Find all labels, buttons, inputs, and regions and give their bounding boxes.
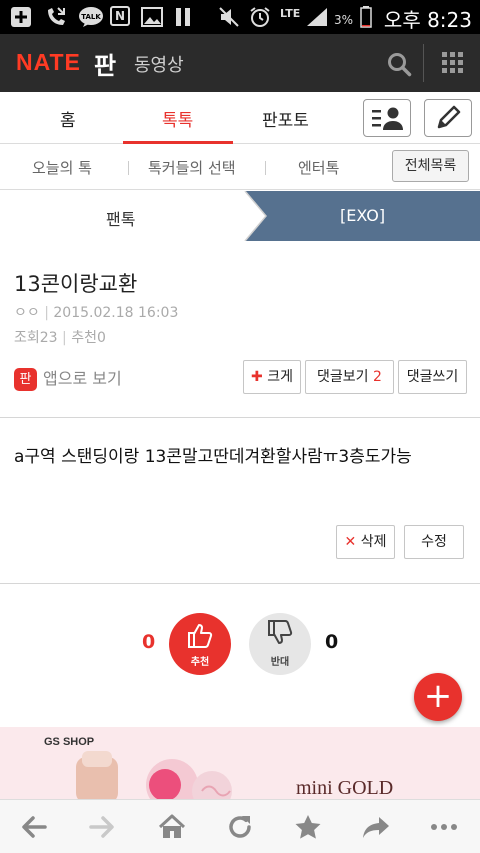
post-meta: ㅇㅇ | 2015.02.18 16:03 — [14, 305, 179, 321]
views-count: 23 — [39, 330, 58, 346]
post-date: 2015.02.18 16:03 — [53, 305, 179, 321]
battery-percent: 3% — [334, 13, 354, 27]
post-title: 13콘이랑교환 — [14, 272, 138, 296]
home-icon[interactable] — [157, 814, 187, 840]
enlarge-label: 크게 — [267, 369, 293, 385]
signal-icon — [305, 6, 329, 28]
subtab-talker-choice[interactable]: 톡커들의 선택 — [148, 157, 236, 178]
more-icon[interactable] — [429, 814, 459, 840]
section-divider — [0, 583, 480, 584]
search-icon[interactable] — [386, 51, 412, 81]
tab-pannphoto[interactable]: 판포토 — [262, 106, 309, 131]
post-author: ㅇㅇ — [14, 305, 40, 321]
pencil-icon — [437, 105, 461, 129]
oppose-vote-count: 0 — [325, 631, 339, 653]
section-divider — [0, 417, 480, 418]
oppose-vote-label: 반대 — [270, 657, 290, 668]
app-view-label: 앱으로 보기 — [43, 369, 122, 388]
add-notification-icon — [10, 6, 32, 28]
pann-app-icon: 판 — [14, 368, 37, 391]
forward-arrow-icon[interactable] — [87, 814, 117, 840]
recommend-vote-label: 추천 — [190, 657, 210, 668]
clock: 오후 8:23 — [383, 8, 472, 32]
subtab-entertalk[interactable]: 엔터톡 — [298, 157, 339, 178]
status-bar: TALK N LTE 3% 오후 8:23 — [0, 0, 480, 34]
video-link[interactable]: 동영상 — [134, 51, 184, 77]
browser-bottom-bar — [0, 799, 480, 853]
back-arrow-icon[interactable] — [19, 814, 49, 840]
add-fab-button[interactable]: + — [414, 673, 462, 721]
thumbs-down-icon — [268, 620, 293, 644]
ad-product-name: mini GOLD — [296, 777, 394, 799]
missed-call-icon — [44, 6, 68, 28]
subtab-divider — [128, 161, 129, 175]
tab-toktok[interactable]: 톡톡 — [162, 106, 193, 131]
open-in-app-link[interactable]: 판 앱으로 보기 — [14, 365, 122, 391]
app-screen: TALK N LTE 3% 오후 8:23 NATE 판 동영상 홈 톡톡 판포… — [0, 0, 480, 853]
app-header: NATE 판 동영상 — [0, 34, 480, 92]
alarm-icon — [249, 6, 271, 28]
delete-x-icon: ✕ — [344, 534, 357, 550]
breadcrumb-current[interactable]: [EXO] — [340, 206, 385, 225]
subtab-divider — [265, 161, 266, 175]
write-comment-button[interactable]: 댓글쓰기 — [398, 360, 467, 394]
tab-home[interactable]: 홈 — [60, 106, 76, 131]
comments-view-label: 댓글보기 — [317, 369, 369, 385]
profile-list-button[interactable] — [363, 99, 411, 137]
active-tab-indicator — [123, 141, 233, 144]
edit-button[interactable]: 수정 — [404, 525, 464, 559]
full-list-button[interactable]: 전체목록 — [392, 150, 469, 182]
views-label: 조회 — [14, 330, 40, 346]
grid-menu-icon[interactable] — [442, 52, 464, 78]
battery-icon — [360, 6, 372, 28]
nate-logo[interactable]: NATE — [16, 49, 81, 76]
recommend-count: 0 — [96, 330, 106, 346]
news-icon: N — [110, 6, 130, 26]
refresh-icon[interactable] — [225, 814, 255, 840]
mute-icon — [218, 6, 240, 28]
header-divider — [423, 44, 424, 82]
breadcrumb-parent[interactable]: 팬톡 — [106, 206, 135, 230]
post-content: a구역 스탠딩이랑 13콘말고딴데겨환할사람ㅠ3층도가능 — [14, 447, 412, 467]
thumbs-up-icon — [188, 624, 213, 648]
breadcrumb-arrow — [0, 191, 267, 241]
enlarge-button[interactable]: ✚ 크게 — [243, 360, 301, 394]
delete-button[interactable]: ✕ 삭제 — [336, 525, 395, 559]
talk-icon: TALK — [78, 6, 104, 28]
recommend-vote-button[interactable]: 추천 — [169, 613, 231, 675]
pann-logo[interactable]: 판 — [94, 46, 116, 81]
network-type: LTE — [280, 7, 301, 20]
image-icon — [141, 6, 163, 28]
comments-count: 2 — [373, 369, 382, 385]
write-button[interactable] — [424, 99, 472, 137]
ad-banner[interactable]: GS SHOP mini GOLD — [0, 727, 480, 799]
view-comments-button[interactable]: 댓글보기 2 — [305, 360, 394, 394]
star-icon[interactable] — [293, 814, 323, 840]
profile-list-icon — [372, 107, 403, 130]
share-icon[interactable] — [361, 814, 391, 840]
oppose-vote-button[interactable]: 반대 — [249, 613, 311, 675]
delete-label: 삭제 — [360, 534, 387, 550]
talk-icon-label: TALK — [81, 13, 101, 21]
recommend-vote-count: 0 — [142, 631, 156, 653]
pause-icon — [173, 6, 193, 28]
ad-product-image — [76, 751, 232, 799]
subtab-today[interactable]: 오늘의 톡 — [32, 157, 92, 178]
plus-icon: ✚ — [251, 369, 263, 385]
recommend-label: 추천 — [71, 330, 97, 346]
post-stats: 조회23 | 추천0 — [14, 330, 106, 346]
